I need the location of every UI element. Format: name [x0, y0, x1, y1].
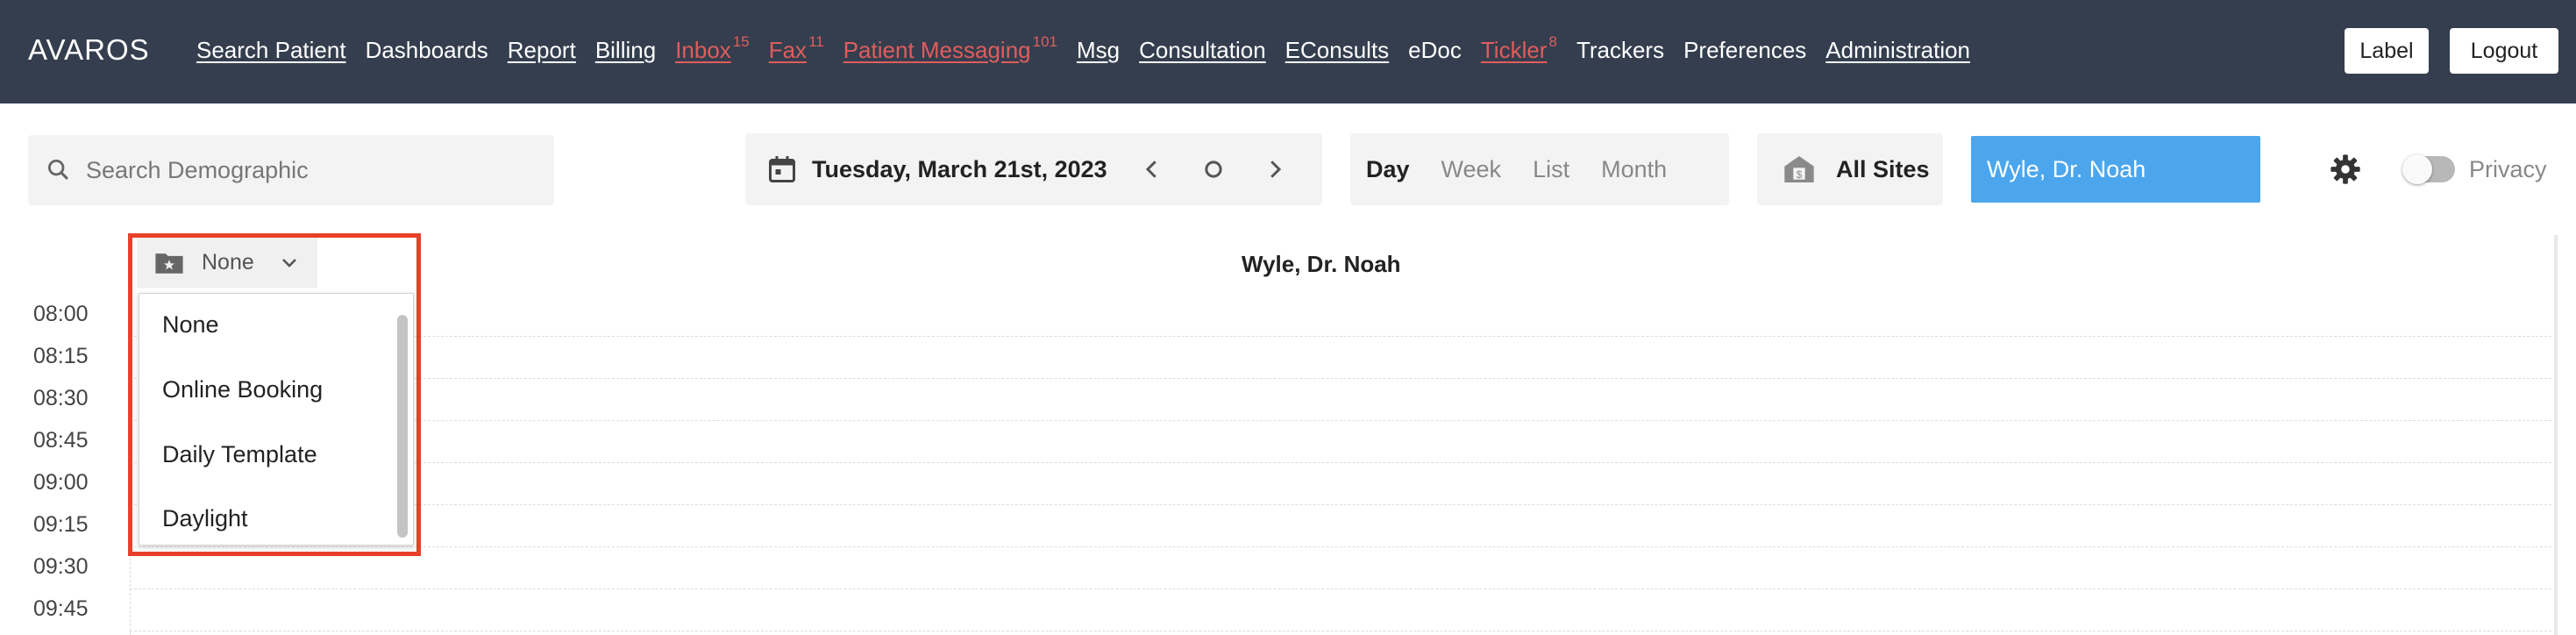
previous-day-button[interactable] [1136, 153, 1168, 185]
time-label: 09:45 [33, 596, 89, 621]
sites-label: All Sites [1836, 155, 1930, 182]
view-selector: Day Week List Month [1350, 133, 1729, 205]
nav-link-badge: 15 [732, 33, 750, 50]
time-label: 09:30 [33, 554, 89, 579]
nav-link-fax[interactable]: Fax 11 [768, 33, 824, 64]
nav-link-msg[interactable]: Msg [1077, 37, 1120, 64]
nav-link-edoc[interactable]: eDoc [1408, 37, 1462, 64]
time-label: 08:30 [33, 386, 89, 410]
nav-link-label: Patient Messaging [843, 37, 1031, 63]
nav-link-label: Preferences [1683, 37, 1807, 63]
calendar-icon[interactable] [766, 153, 798, 185]
provider-selector[interactable]: Wyle, Dr. Noah [1971, 136, 2260, 203]
nav-link-label: Billing [594, 37, 657, 63]
svg-text:$: $ [1797, 169, 1803, 181]
next-day-button[interactable] [1259, 153, 1291, 185]
nav-link-report[interactable]: Report [508, 37, 576, 64]
nav-link-label: Msg [1077, 37, 1121, 63]
nav-link-label: Fax [768, 37, 808, 63]
nav-link-label: EConsults [1284, 37, 1390, 63]
view-tab-day[interactable]: Day [1350, 156, 1426, 183]
nav-link-label: Tickler [1480, 37, 1548, 63]
nav-link-administration[interactable]: Administration [1825, 37, 1970, 64]
view-tab-list[interactable]: List [1517, 156, 1585, 183]
time-label: 08:45 [33, 428, 89, 453]
nav-link-label: Search Patient [196, 37, 346, 63]
site-building-icon: $ [1784, 156, 1814, 182]
privacy-label: Privacy [2469, 156, 2547, 182]
nav-link-label: Consultation [1139, 37, 1266, 63]
search-demographic-box[interactable] [28, 135, 554, 205]
highlight-box [128, 233, 421, 556]
nav-link-label: Dashboards [365, 37, 488, 63]
nav-link-label: Report [507, 37, 576, 63]
nav-links: Search Patient Dashboards Report Billing Inb… [196, 33, 1989, 64]
nav-link-dashboards[interactable]: Dashboards [366, 37, 488, 64]
logout-button[interactable]: Logout [2450, 28, 2558, 74]
privacy-toggle-knob [2402, 154, 2432, 184]
nav-link-label: Administration [1825, 37, 1971, 63]
nav-link-badge: 101 [1032, 33, 1057, 50]
settings-gear-icon[interactable] [2329, 153, 2362, 186]
chevron-right-icon [1270, 161, 1282, 178]
time-label: 09:15 [33, 512, 89, 537]
label-button[interactable]: Label [2345, 28, 2429, 74]
time-label: 09:00 [33, 470, 89, 495]
privacy-toggle[interactable] [2402, 154, 2455, 184]
nav-link-trackers[interactable]: Trackers [1576, 37, 1664, 64]
time-label: 08:15 [33, 344, 89, 368]
view-tab-week[interactable]: Week [1426, 156, 1518, 183]
search-icon [47, 159, 69, 181]
provider-label: Wyle, Dr. Noah [1987, 155, 2146, 182]
nav-link-label: Inbox [675, 37, 731, 63]
nav-link-label: eDoc [1408, 37, 1462, 63]
nav-link-search-patient[interactable]: Search Patient [196, 37, 346, 64]
chevron-left-icon [1145, 161, 1156, 178]
nav-link-badge: 11 [808, 33, 824, 50]
view-tab-month[interactable]: Month [1585, 156, 1683, 183]
nav-link-badge: 8 [1548, 33, 1557, 50]
date-navigator: Tuesday, March 21st, 2023 [745, 133, 1322, 205]
nav-link-label: Trackers [1576, 37, 1665, 63]
nav-link-tickler[interactable]: Tickler 8 [1480, 33, 1557, 64]
search-demographic-input[interactable] [86, 156, 542, 184]
circle-icon [1205, 161, 1222, 178]
nav-link-inbox[interactable]: Inbox 15 [675, 33, 750, 64]
provider-column-header: Wyle, Dr. Noah [1242, 251, 1401, 277]
today-button[interactable] [1198, 153, 1229, 185]
time-label: 08:00 [33, 302, 89, 326]
schedule-scrollbar[interactable] [2554, 235, 2558, 635]
sites-selector[interactable]: $ All Sites [1757, 133, 1943, 205]
nav-link-econsults[interactable]: EConsults [1285, 37, 1390, 64]
nav-link-billing[interactable]: Billing [595, 37, 656, 64]
nav-link-patient-messaging[interactable]: Patient Messaging 101 [843, 33, 1057, 64]
time-slot-row[interactable]: 09:45 [0, 589, 2576, 631]
top-nav: AVAROS Search Patient Dashboards Report Bil… [0, 0, 2576, 103]
brand-logo[interactable]: AVAROS [28, 33, 150, 67]
nav-link-preferences[interactable]: Preferences [1683, 37, 1806, 64]
current-date[interactable]: Tuesday, March 21st, 2023 [812, 156, 1136, 183]
nav-link-consultation[interactable]: Consultation [1139, 37, 1266, 64]
